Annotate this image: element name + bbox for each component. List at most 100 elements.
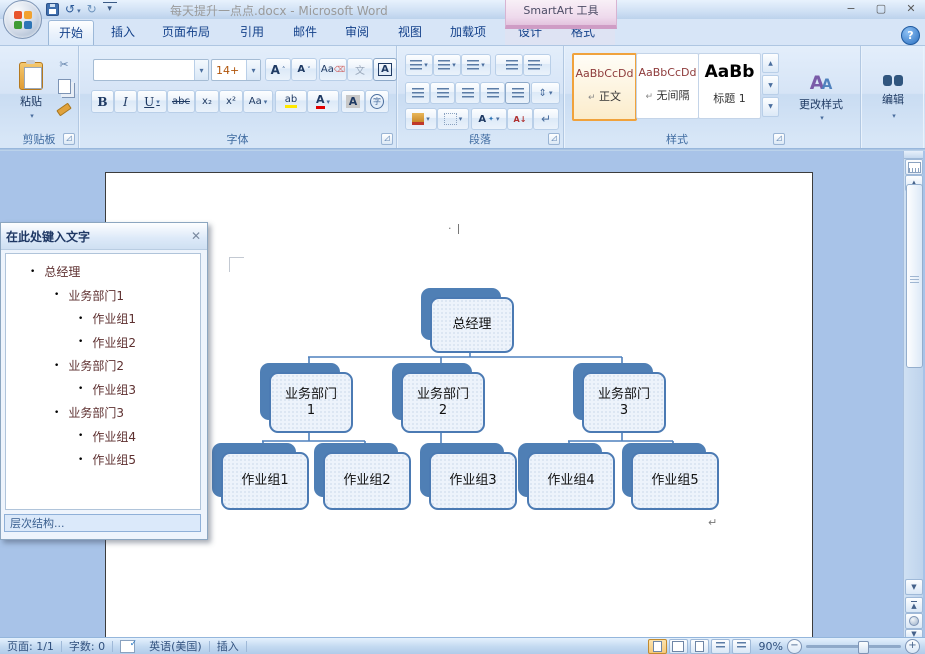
close-button[interactable]: ✕ bbox=[901, 2, 921, 15]
change-styles-button[interactable]: AA 更改样式 ▾ bbox=[786, 52, 856, 142]
bold-button[interactable]: B bbox=[91, 90, 114, 113]
change-case-button[interactable]: Aa ▾ bbox=[243, 90, 273, 113]
tab-mailings[interactable]: 邮件 bbox=[283, 20, 327, 45]
web-layout-view-button[interactable] bbox=[689, 638, 709, 654]
tab-insert[interactable]: 插入 bbox=[101, 20, 145, 45]
font-size-dropdown-icon[interactable]: ▾ bbox=[246, 60, 260, 80]
asian-layout-button[interactable]: A ✦ ▾ bbox=[471, 108, 507, 130]
italic-button[interactable]: I bbox=[114, 90, 137, 113]
tab-view[interactable]: 视图 bbox=[388, 20, 432, 45]
scroll-down-button[interactable]: ▼ bbox=[905, 579, 923, 595]
distribute-button[interactable] bbox=[505, 82, 530, 104]
outline-item[interactable]: • 业务部门1 bbox=[6, 284, 200, 308]
tab-addins[interactable]: 加载项 bbox=[440, 20, 496, 45]
spellcheck-icon[interactable] bbox=[120, 639, 137, 653]
shading-button[interactable]: ▾ bbox=[405, 108, 437, 130]
styles-scroll-up-icon[interactable]: ▲ bbox=[762, 53, 779, 73]
sort-button[interactable]: A↓ bbox=[507, 108, 533, 130]
align-left-button[interactable] bbox=[405, 82, 430, 104]
cut-button[interactable]: ✂ bbox=[52, 54, 76, 74]
smartart-node-dept1[interactable]: 业务部门 1 bbox=[260, 363, 353, 433]
zoom-slider-thumb[interactable] bbox=[858, 640, 869, 654]
save-icon[interactable] bbox=[46, 3, 59, 16]
split-handle[interactable] bbox=[904, 151, 923, 159]
fullscreen-reading-view-button[interactable] bbox=[668, 638, 688, 654]
font-name-combo[interactable]: ▾ bbox=[93, 59, 209, 81]
highlight-button[interactable]: ab bbox=[275, 90, 307, 113]
word-count[interactable]: 字数: 0 bbox=[69, 638, 105, 654]
align-right-button[interactable] bbox=[455, 82, 480, 104]
clear-formatting-button[interactable]: Aa ⌫ bbox=[319, 58, 347, 81]
font-color-button[interactable]: A ▾ bbox=[307, 90, 339, 113]
smartart-node-team4[interactable]: 作业组4 bbox=[518, 443, 615, 510]
zoom-slider[interactable] bbox=[806, 640, 901, 654]
maximize-button[interactable]: ▢ bbox=[871, 2, 891, 15]
smartart-node-dept2[interactable]: 业务部门 2 bbox=[392, 363, 485, 433]
outline-item[interactable]: • 业务部门2 bbox=[6, 354, 200, 378]
style-card-heading1[interactable]: AaBb 标题 1 bbox=[698, 53, 761, 119]
underline-button[interactable]: U ▾ bbox=[137, 90, 167, 113]
format-painter-button[interactable] bbox=[52, 99, 76, 119]
outline-item[interactable]: • 作业组5 bbox=[6, 448, 200, 472]
character-shading-button[interactable]: A bbox=[341, 90, 365, 113]
styles-scroll-down-icon[interactable]: ▼ bbox=[762, 75, 779, 95]
smartart-node-team2[interactable]: 作业组2 bbox=[314, 443, 411, 510]
outline-item[interactable]: • 业务部门3 bbox=[6, 401, 200, 425]
smartart-node-ceo[interactable]: 总经理 bbox=[421, 288, 514, 353]
tab-home[interactable]: 开始 bbox=[48, 20, 95, 46]
smartart-node-dept3[interactable]: 业务部门 3 bbox=[573, 363, 666, 433]
smartart-node-team5[interactable]: 作业组5 bbox=[622, 443, 719, 510]
qat-customize-icon[interactable]: ▾ bbox=[102, 2, 117, 17]
insert-mode[interactable]: 插入 bbox=[217, 638, 239, 654]
multilevel-list-button[interactable]: ▾ bbox=[461, 54, 491, 76]
outline-item[interactable]: • 作业组2 bbox=[6, 331, 200, 355]
font-name-dropdown-icon[interactable]: ▾ bbox=[194, 60, 208, 80]
font-size-combo[interactable]: 14+ ▾ bbox=[211, 59, 261, 81]
style-card-normal[interactable]: AaBbCcDd ↵ 正文 bbox=[572, 53, 637, 121]
undo-button[interactable]: ↺ ▾ bbox=[65, 1, 81, 18]
tab-references[interactable]: 引用 bbox=[230, 20, 274, 45]
strikethrough-button[interactable]: abc bbox=[167, 90, 195, 113]
styles-dialog-launcher[interactable]: ◿ bbox=[773, 133, 785, 145]
bullets-button[interactable]: ▾ bbox=[405, 54, 433, 76]
shrink-font-button[interactable]: A ˅ bbox=[291, 58, 317, 81]
undo-dropdown-icon[interactable]: ▾ bbox=[77, 7, 81, 15]
minimize-button[interactable]: − bbox=[841, 2, 861, 15]
decrease-indent-button[interactable]: ˄ bbox=[495, 54, 523, 76]
redo-icon[interactable]: ↻ bbox=[87, 1, 97, 18]
font-dialog-launcher[interactable]: ◿ bbox=[381, 133, 393, 145]
tab-page-layout[interactable]: 页面布局 bbox=[152, 20, 220, 45]
grow-font-button[interactable]: A ˄ bbox=[265, 58, 291, 81]
subscript-button[interactable]: x₂ bbox=[195, 90, 219, 113]
zoom-in-button[interactable]: + bbox=[905, 638, 920, 654]
justify-button[interactable] bbox=[480, 82, 505, 104]
print-layout-view-button[interactable] bbox=[647, 638, 667, 654]
text-pane-header[interactable]: 在此处键入文字 ✕ bbox=[1, 223, 207, 250]
line-spacing-button[interactable]: ⇕ ▾ bbox=[531, 82, 560, 104]
increase-indent-button[interactable]: ˄ bbox=[523, 54, 551, 76]
vertical-scrollbar[interactable]: ▲ ▼ ▲ ▼ bbox=[903, 151, 923, 639]
styles-more-icon[interactable]: ▼ bbox=[762, 97, 779, 117]
select-browse-object-button[interactable] bbox=[905, 613, 923, 629]
scroll-thumb[interactable] bbox=[906, 184, 923, 368]
copy-button[interactable] bbox=[52, 76, 76, 96]
paragraph-dialog-launcher[interactable]: ◿ bbox=[548, 133, 560, 145]
smartart-node-team3[interactable]: 作业组3 bbox=[420, 443, 517, 510]
borders-button[interactable]: ▾ bbox=[437, 108, 469, 130]
editing-button[interactable]: 编辑 ▾ bbox=[869, 52, 917, 142]
outline-item[interactable]: • 作业组3 bbox=[6, 378, 200, 402]
office-button[interactable] bbox=[3, 0, 42, 39]
clipboard-dialog-launcher[interactable]: ◿ bbox=[63, 133, 75, 145]
paste-button[interactable]: 粘贴 ▾ bbox=[8, 52, 54, 130]
draft-view-button[interactable] bbox=[731, 638, 751, 654]
close-icon[interactable]: ✕ bbox=[191, 229, 201, 243]
zoom-out-button[interactable]: − bbox=[787, 638, 802, 654]
page-indicator[interactable]: 页面: 1/1 bbox=[7, 638, 54, 654]
zoom-level[interactable]: 90% bbox=[759, 640, 783, 653]
smartart-node-team1[interactable]: 作业组1 bbox=[212, 443, 309, 510]
superscript-button[interactable]: x² bbox=[219, 90, 243, 113]
outline-item[interactable]: • 总经理 bbox=[6, 260, 200, 284]
show-hide-button[interactable]: ↵ bbox=[533, 108, 559, 130]
outline-item[interactable]: • 作业组4 bbox=[6, 425, 200, 449]
numbering-button[interactable]: ▾ bbox=[433, 54, 461, 76]
